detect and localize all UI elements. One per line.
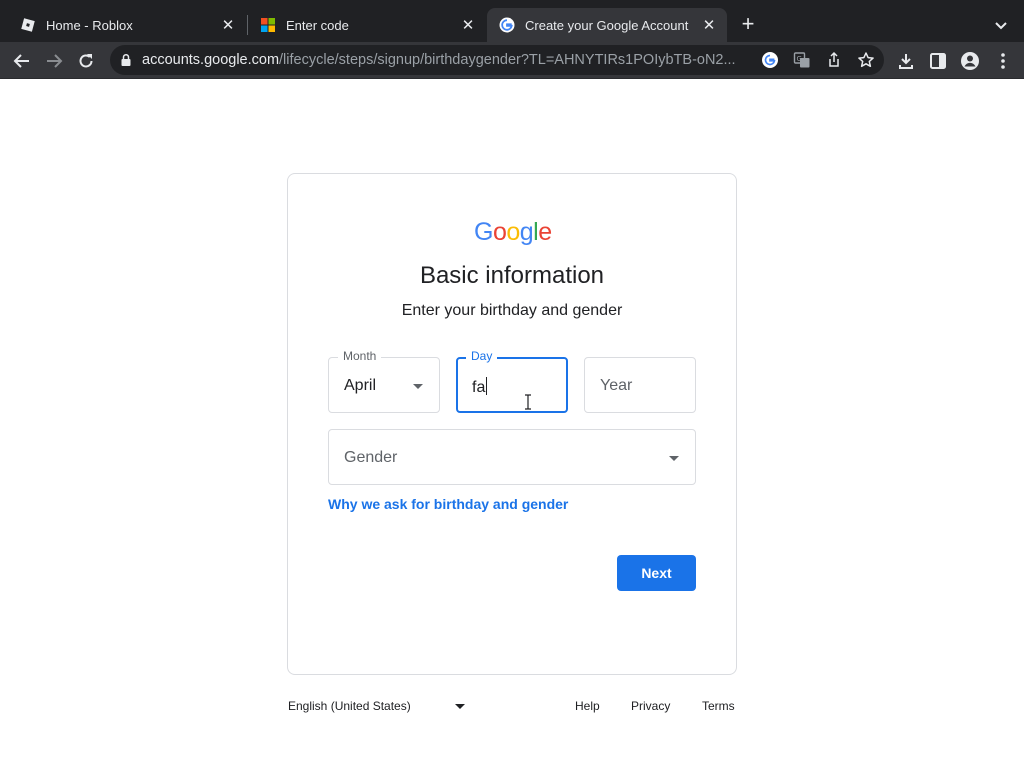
back-icon[interactable] xyxy=(11,50,33,72)
tab-create-google-account[interactable]: Create your Google Account ✕ xyxy=(487,8,727,42)
new-tab-icon[interactable]: + xyxy=(738,13,758,35)
profile-icon[interactable] xyxy=(960,51,980,71)
url-text: accounts.google.com/lifecycle/steps/sign… xyxy=(142,52,736,68)
tab-roblox[interactable]: Home - Roblox ✕ xyxy=(8,8,246,42)
why-we-ask-link[interactable]: Why we ask for birthday and gender xyxy=(328,496,568,512)
google-lens-icon[interactable] xyxy=(761,51,779,69)
more-menu-icon[interactable] xyxy=(993,51,1013,71)
text-cursor-icon xyxy=(525,394,531,410)
logo-letter: e xyxy=(538,218,552,246)
tab-search-chevron-icon[interactable] xyxy=(992,16,1010,34)
gender-placeholder: Gender xyxy=(344,449,398,466)
logo-letter: o xyxy=(492,218,507,246)
close-icon[interactable]: ✕ xyxy=(460,17,476,34)
lock-icon[interactable] xyxy=(120,53,132,67)
tab-strip: Home - Roblox ✕ Enter code ✕ Create your… xyxy=(0,0,1024,42)
download-icon[interactable] xyxy=(896,51,916,71)
translate-icon[interactable]: G xyxy=(793,51,811,69)
share-icon[interactable] xyxy=(825,51,843,69)
month-select[interactable]: Month April xyxy=(328,349,440,413)
google-logo: Google xyxy=(474,218,552,247)
page-subtitle: Enter your birthday and gender xyxy=(401,302,623,319)
roblox-icon xyxy=(21,18,35,32)
signup-card xyxy=(287,173,737,675)
microsoft-icon xyxy=(261,18,275,32)
tab-title: Create your Google Account xyxy=(525,17,689,33)
day-value-text: fa xyxy=(472,379,486,396)
tab-title: Home - Roblox xyxy=(46,17,133,33)
close-icon[interactable]: ✕ xyxy=(220,17,236,34)
bookmark-star-icon[interactable] xyxy=(857,51,875,69)
address-bar[interactable]: accounts.google.com/lifecycle/steps/sign… xyxy=(110,45,884,75)
close-icon[interactable]: ✕ xyxy=(701,17,717,34)
day-label: Day xyxy=(466,349,498,363)
forward-icon[interactable] xyxy=(43,50,65,72)
year-input[interactable]: Year xyxy=(584,357,696,413)
language-select[interactable]: English (United States) xyxy=(288,699,411,713)
privacy-link[interactable]: Privacy xyxy=(631,699,670,713)
logo-letter: o xyxy=(506,218,520,246)
gender-select[interactable]: Gender xyxy=(328,429,696,485)
dropdown-arrow-icon xyxy=(413,384,423,389)
month-value: April xyxy=(344,377,377,394)
browser-toolbar: accounts.google.com/lifecycle/steps/sign… xyxy=(0,42,1024,79)
text-caret xyxy=(486,377,488,395)
page-title: Basic information xyxy=(419,262,605,289)
next-button[interactable]: Next xyxy=(617,555,696,591)
logo-letter: g xyxy=(519,218,534,246)
tab-enter-code[interactable]: Enter code ✕ xyxy=(248,8,486,42)
day-value: fa xyxy=(472,377,488,397)
side-panel-icon[interactable] xyxy=(928,51,948,71)
day-input[interactable]: Day fa xyxy=(456,349,568,413)
dropdown-arrow-icon xyxy=(669,456,679,461)
month-label: Month xyxy=(338,349,382,363)
reload-icon[interactable] xyxy=(75,50,97,72)
year-placeholder: Year xyxy=(600,377,633,394)
svg-text:G: G xyxy=(797,55,802,63)
url-domain: accounts.google.com xyxy=(142,52,280,68)
tab-title: Enter code xyxy=(286,17,349,33)
language-dropdown-arrow-icon[interactable] xyxy=(455,704,465,709)
logo-letter: G xyxy=(474,218,493,246)
google-icon xyxy=(499,17,515,33)
help-link[interactable]: Help xyxy=(575,699,600,713)
terms-link[interactable]: Terms xyxy=(702,699,735,713)
url-path: /lifecycle/steps/signup/birthdaygender?T… xyxy=(279,52,736,68)
